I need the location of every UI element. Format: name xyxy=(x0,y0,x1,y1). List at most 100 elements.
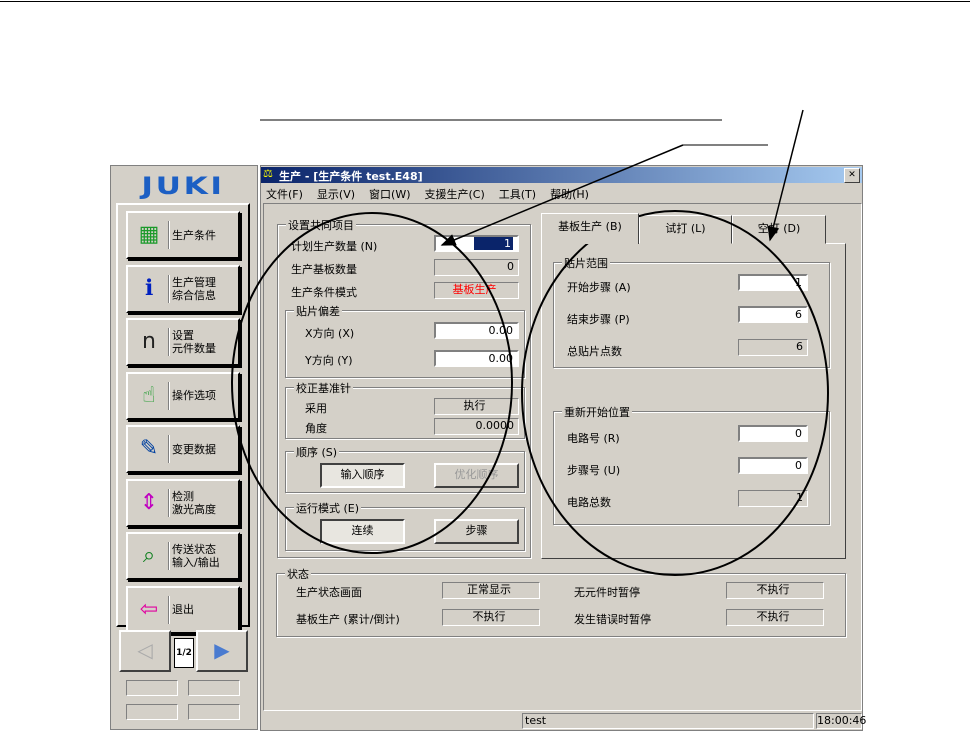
sidebar-button-label: 退出 xyxy=(172,603,194,616)
sidebar-button[interactable]: ⌕ 传送状态 输入/输出 xyxy=(126,532,240,580)
y-offset-input[interactable]: 0.00 xyxy=(434,350,519,367)
separator xyxy=(168,381,169,410)
separator xyxy=(168,274,169,303)
group-title: 运行模式 (E) xyxy=(294,500,362,516)
plan-qty-value: 1 xyxy=(474,237,513,250)
sidebar-slot xyxy=(126,680,178,696)
group-title: 状态 xyxy=(285,566,311,582)
sidebar-slot xyxy=(188,680,240,696)
start-step-label: 开始步骤 (A) xyxy=(567,281,631,294)
angle-label: 角度 xyxy=(305,422,327,435)
juki-logo: JUKI xyxy=(141,172,225,200)
status-value: 不执行 xyxy=(726,609,824,626)
y-label: Y方向 (Y) xyxy=(305,354,353,367)
group-title: 重新开始位置 xyxy=(562,404,632,420)
production-condition-icon: ▦ xyxy=(138,222,160,247)
menu-item[interactable]: 窗口(W) xyxy=(369,186,410,202)
mode-field: 基板生产 xyxy=(434,282,519,299)
group-title: 顺序 (S) xyxy=(294,444,340,460)
separator xyxy=(168,488,169,517)
sidebar-button-label: 变更数据 xyxy=(172,442,216,456)
exit-door-icon: ⇦ xyxy=(139,596,159,622)
production-info-icon: ℹ xyxy=(144,275,154,301)
sidebar-button-label: 生产条件 xyxy=(172,228,216,242)
optimize-order-button[interactable]: 优化顺序 xyxy=(434,463,519,488)
circuit-input[interactable]: 0 xyxy=(738,425,808,442)
total-points-label: 总贴片点数 xyxy=(567,345,622,358)
group-title: 贴片偏差 xyxy=(294,303,342,319)
tab-dry-run[interactable]: 空打 (D) xyxy=(732,215,826,244)
circuit-total-field: 1 xyxy=(738,490,808,507)
sidebar-button-label: 操作选项 xyxy=(172,389,216,402)
statusbar-text: test xyxy=(522,713,814,729)
sidebar-slot xyxy=(126,704,178,720)
component-count-icon: n xyxy=(142,329,156,354)
end-step-input[interactable]: 6 xyxy=(738,306,808,323)
start-step-input[interactable]: 1 xyxy=(738,274,808,291)
input-order-button[interactable]: 输入顺序 xyxy=(320,463,405,488)
status-value: 不执行 xyxy=(442,609,540,626)
menu-item[interactable]: 文件(F) xyxy=(266,186,303,202)
sidebar-slot xyxy=(188,704,240,720)
sidebar-button-label: 检测 激光高度 xyxy=(172,489,216,516)
sidebar-button-label: 生产管理 综合信息 xyxy=(172,275,216,302)
tab-board-production[interactable]: 基板生产 (B) xyxy=(541,213,639,244)
next-page-button[interactable]: ▶ xyxy=(196,630,248,672)
circuit-label: 电路号 (R) xyxy=(567,432,620,445)
board-qty-field: 0 xyxy=(434,259,519,276)
sidebar-button[interactable]: ✎ 变更数据 xyxy=(126,425,240,473)
plan-qty-input[interactable]: 1 xyxy=(434,235,519,252)
step-button[interactable]: 步骤 xyxy=(434,519,519,544)
continuous-button[interactable]: 连续 xyxy=(320,519,405,544)
status-label: 无元件时暂停 xyxy=(574,586,640,599)
statusbar-time: 18:00:46 xyxy=(816,713,867,729)
board-qty-label: 生产基板数量 xyxy=(291,263,357,276)
menu-item[interactable]: 支援生产(C) xyxy=(425,186,485,202)
step-no-input[interactable]: 0 xyxy=(738,457,808,474)
sidebar-button[interactable]: ⇦ 退出 xyxy=(126,585,240,634)
mode-label: 生产条件模式 xyxy=(291,286,357,299)
step-no-label: 步骤号 (U) xyxy=(567,464,621,477)
circuit-total-label: 电路总数 xyxy=(567,496,611,509)
close-button[interactable]: ✕ xyxy=(844,168,860,183)
tab-trial[interactable]: 试打 (L) xyxy=(639,215,732,244)
separator xyxy=(168,435,169,463)
edit-data-icon: ✎ xyxy=(139,436,159,461)
group-title: 校正基准针 xyxy=(294,380,353,396)
x-offset-input[interactable]: 0.00 xyxy=(434,322,519,339)
laser-height-icon: ⇕ xyxy=(139,489,159,515)
menu-item[interactable]: 工具(T) xyxy=(499,186,536,202)
sidebar-button[interactable]: n 设置 元件数量 xyxy=(126,318,240,366)
conveyor-io-icon: ⌕ xyxy=(142,543,156,568)
group-title: 设置共同项目 xyxy=(286,217,356,233)
window-title: 生产 - [生产条件 test.E48] xyxy=(279,170,423,183)
status-label: 发生错误时暂停 xyxy=(574,613,651,626)
operation-options-icon: ☝ xyxy=(142,382,156,408)
separator xyxy=(168,595,169,624)
prev-page-button[interactable]: ◁ xyxy=(119,630,171,672)
sidebar-button-label: 传送状态 输入/输出 xyxy=(172,543,220,569)
total-points-field: 6 xyxy=(738,339,808,356)
separator xyxy=(168,221,169,249)
menu-item[interactable]: 帮助(H) xyxy=(550,186,589,202)
sidebar-button[interactable]: ℹ 生产管理 综合信息 xyxy=(126,264,240,313)
menu-item[interactable]: 显示(V) xyxy=(317,186,355,202)
status-label: 生产状态画面 xyxy=(296,586,362,599)
adopt-label: 采用 xyxy=(305,402,327,415)
sidebar-button[interactable]: ☝ 操作选项 xyxy=(126,371,240,420)
status-label: 基板生产 (累计/倒计) xyxy=(296,613,400,626)
sidebar-button[interactable]: ▦ 生产条件 xyxy=(126,211,240,259)
status-value: 不执行 xyxy=(726,582,824,599)
page-indicator: 1/2 xyxy=(174,638,194,668)
top-rule xyxy=(0,1,970,2)
title-bar: ⚖ 生产 - [生产条件 test.E48] ✕ xyxy=(261,167,862,183)
sidebar-button-label: 设置 元件数量 xyxy=(172,329,216,355)
end-step-label: 结束步骤 (P) xyxy=(567,313,630,326)
x-label: X方向 (X) xyxy=(305,327,355,340)
group-title: 贴片范围 xyxy=(562,255,610,271)
menu-bar: 文件(F) 显示(V) 窗口(W) 支援生产(C) 工具(T) 帮助(H) xyxy=(266,186,589,202)
separator xyxy=(168,542,169,570)
adopt-field: 执行 xyxy=(434,398,519,415)
sidebar-button[interactable]: ⇕ 检测 激光高度 xyxy=(126,478,240,527)
status-value: 正常显示 xyxy=(442,582,540,599)
